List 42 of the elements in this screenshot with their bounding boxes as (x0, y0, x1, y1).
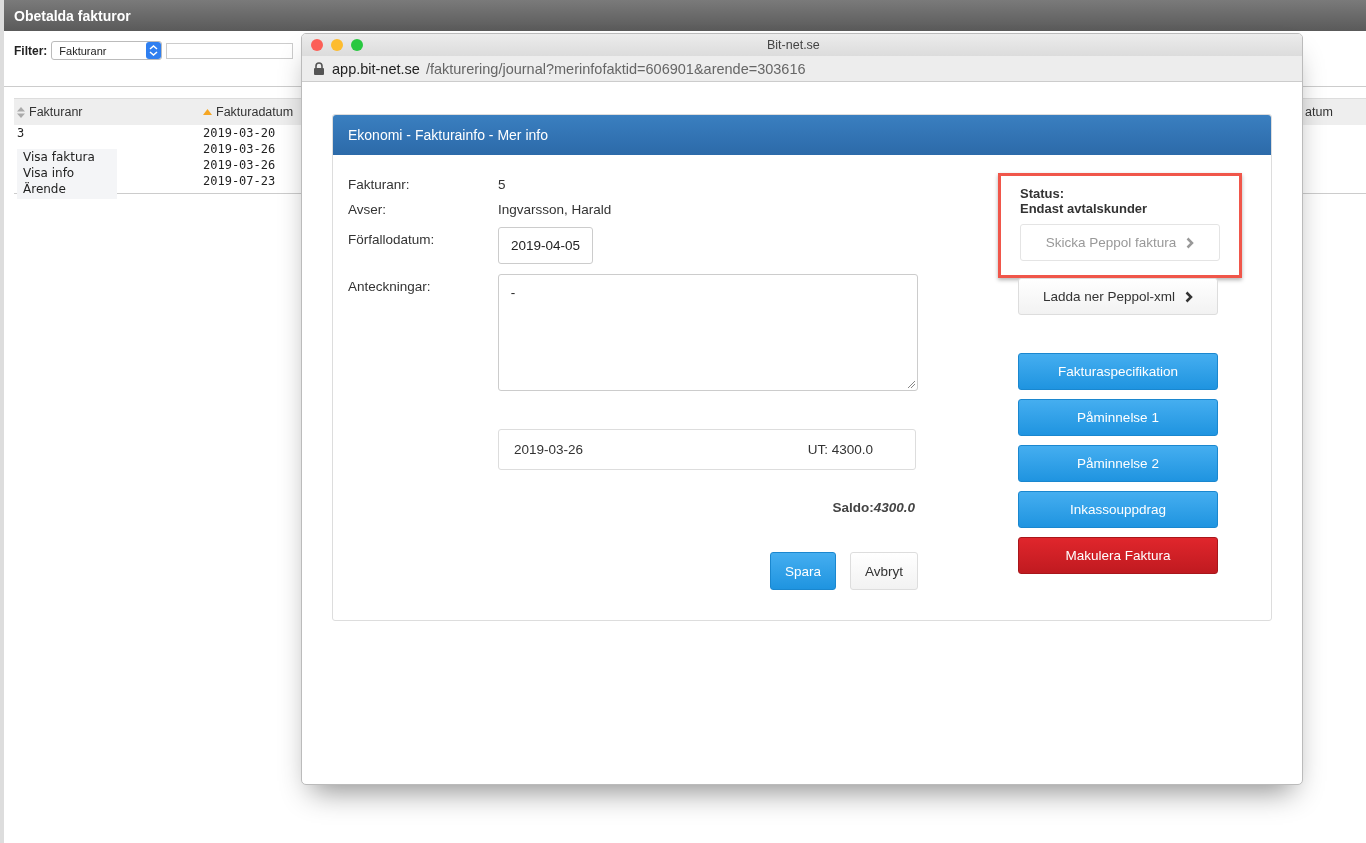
resize-grip-icon (908, 381, 915, 388)
status-label: Status: (1020, 186, 1066, 201)
cancel-button[interactable]: Avbryt (850, 552, 918, 590)
table-cell: 2019-03-20 (203, 126, 276, 140)
maximize-button[interactable] (351, 39, 363, 51)
select-arrows-icon (146, 42, 162, 59)
menu-item[interactable]: Ärende (23, 181, 117, 197)
action-button[interactable]: Ladda ner Peppol-xml (1018, 278, 1218, 315)
window-title: Bit-net.se (767, 38, 820, 52)
close-button[interactable] (311, 39, 323, 51)
lock-icon (314, 62, 324, 75)
page-title: Obetalda fakturor (14, 7, 131, 24)
transaction-date: 2019-03-26 (514, 442, 584, 457)
field-label: Avser: (348, 202, 387, 217)
table-cell: 3 (17, 126, 25, 140)
minimize-button[interactable] (331, 39, 343, 51)
panel-title: Ekonomi - Fakturainfo - Mer info (348, 127, 548, 143)
table-cell: 2019-03-26 (203, 158, 276, 172)
chevron-icon (1186, 236, 1195, 249)
menu-item[interactable]: Visa info (23, 165, 117, 181)
table-cell: 2019-07-23 (203, 174, 276, 188)
field-value: 5 (498, 177, 506, 192)
saldo-text: Saldo:4300.0 (832, 500, 915, 515)
field-label: Fakturanr: (348, 177, 411, 192)
column-header[interactable]: atum (1305, 105, 1333, 119)
field-label: Anteckningar: (348, 278, 432, 296)
address-bar[interactable]: app.bit-net.se /fakturering/journal?merinfofaktid=606901&arende=303616 (302, 56, 1302, 82)
menu-item[interactable]: Visa faktura (23, 149, 117, 165)
column-header[interactable]: Fakturanr (17, 105, 83, 119)
field-value: Ingvarsson, Harald (498, 202, 612, 217)
table-cell: 2019-03-26 (203, 142, 276, 156)
filter-input[interactable] (166, 42, 294, 59)
transaction-amount: UT: 4300.0 (807, 442, 873, 457)
date-input[interactable]: 2019-04-05 (498, 227, 594, 264)
notes-textarea[interactable]: - (497, 274, 918, 391)
action-button[interactable]: Makulera Faktura (1018, 537, 1218, 574)
chevron-icon (1185, 290, 1194, 303)
status-value: Endast avtalskunder (1020, 201, 1149, 216)
column-header[interactable]: Fakturadatum (203, 105, 294, 119)
filter-label: Filter: (14, 43, 48, 58)
filter-select[interactable]: Fakturanr (51, 41, 163, 60)
field-label: Förfallodatum: (348, 231, 436, 249)
